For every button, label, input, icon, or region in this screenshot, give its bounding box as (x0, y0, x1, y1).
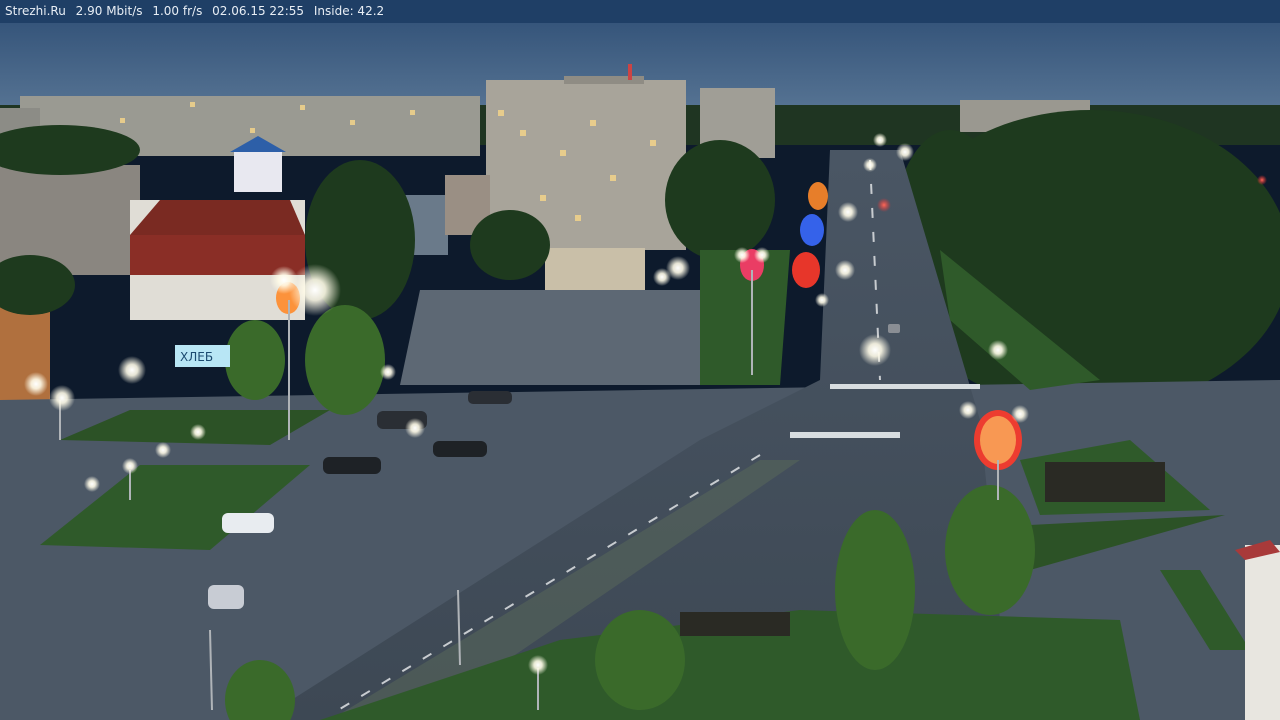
site-label: Strezhi.Ru (5, 4, 66, 18)
inside-temperature: Inside: 42.2 (313, 4, 385, 18)
webcam-scene: ХЛЕБ (0, 0, 1280, 720)
car (323, 457, 381, 474)
upper-square (400, 290, 740, 385)
status-bar: Strezhi.Ru 2.90 Mbit/s 1.00 fr/s 02.06.1… (0, 0, 1280, 23)
car (888, 324, 900, 333)
framerate-readout: 1.00 fr/s (152, 4, 203, 18)
webcam-frame: ХЛЕБ Strezhi.Ru 2.90 Mbit/s 1.00 fr/s 02… (0, 0, 1280, 720)
bitrate-readout: 2.90 Mbit/s (75, 4, 143, 18)
car (468, 391, 512, 404)
car (222, 513, 274, 533)
timestamp: 02.06.15 22:55 (212, 4, 305, 18)
car (208, 585, 244, 609)
car (433, 441, 487, 457)
store-sign: ХЛЕБ (175, 345, 230, 367)
flowerbed (1045, 462, 1165, 502)
svg-text:ХЛЕБ: ХЛЕБ (180, 350, 213, 364)
billboard (1245, 545, 1280, 720)
flowerbed (680, 612, 790, 636)
